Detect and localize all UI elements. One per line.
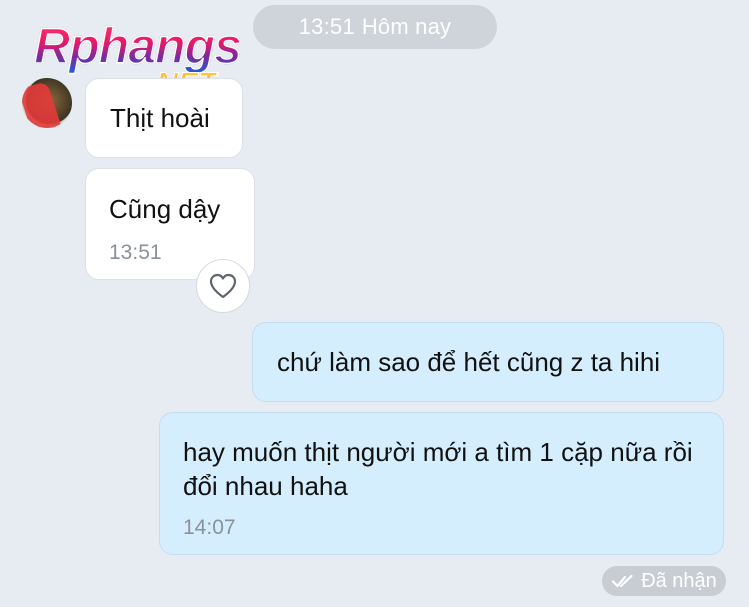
heart-outline-icon — [209, 273, 237, 299]
message-text: chứ làm sao để hết cũng z ta hihi — [277, 347, 661, 377]
message-timestamp: 13:51 — [109, 241, 162, 264]
message-timestamp: 14:07 — [183, 516, 236, 539]
react-heart-button[interactable] — [196, 259, 250, 313]
contact-avatar[interactable] — [22, 78, 72, 128]
date-separator-day: Hôm nay — [361, 14, 452, 39]
double-check-icon — [611, 573, 635, 589]
date-separator: 13:51 Hôm nay — [253, 5, 497, 49]
message-text: Cũng dậy — [109, 194, 221, 224]
delivery-status: Đã nhận — [602, 566, 726, 596]
date-separator-time: 13:51 — [298, 14, 355, 39]
message-text: Thịt hoài — [110, 103, 210, 133]
message-bubble-outgoing[interactable]: chứ làm sao để hết cũng z ta hihi — [252, 322, 724, 402]
watermark-brand: Rphangs — [33, 17, 242, 75]
message-text: hay muốn thịt người mới a tìm 1 cặp nữa … — [183, 437, 693, 501]
message-bubble-incoming[interactable]: Thịt hoài — [85, 78, 243, 158]
message-bubble-outgoing[interactable]: hay muốn thịt người mới a tìm 1 cặp nữa … — [159, 412, 724, 555]
avatar-redaction — [22, 80, 64, 128]
delivery-status-label: Đã nhận — [641, 569, 717, 592]
